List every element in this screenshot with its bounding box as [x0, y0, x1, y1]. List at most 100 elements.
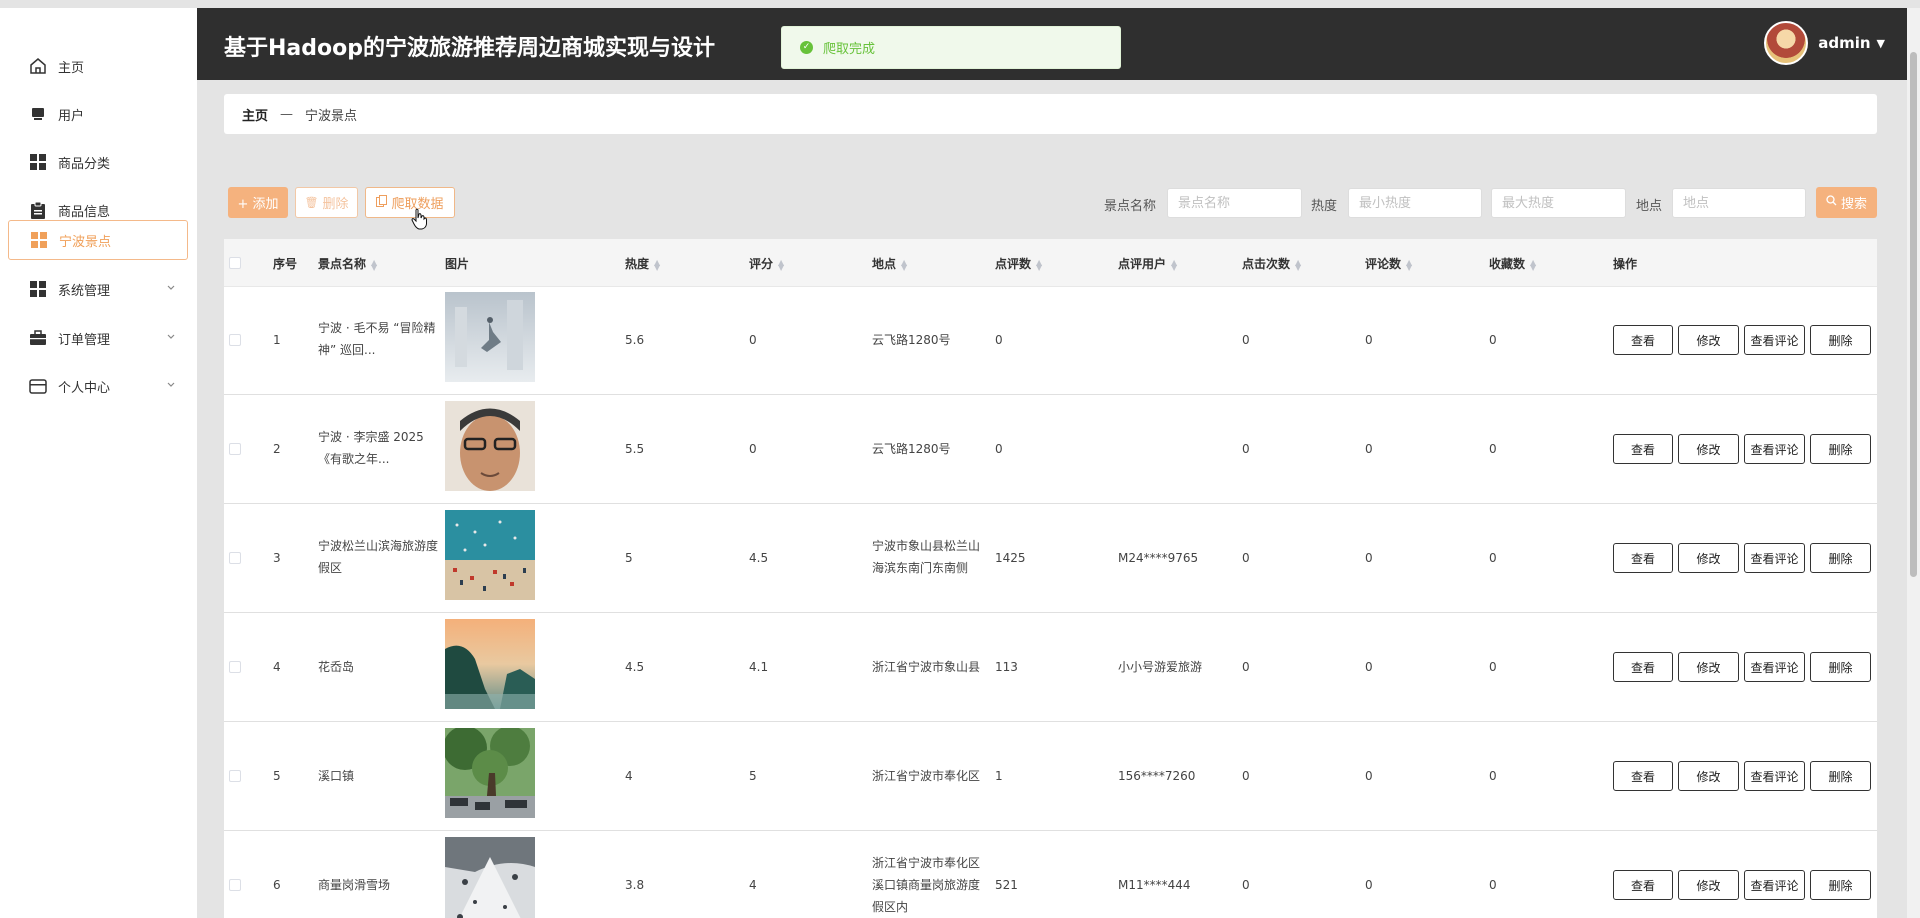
- row-name: 花岙岛: [318, 660, 355, 674]
- caret-down-icon: ▼: [1876, 36, 1885, 50]
- row-place: 云飞路1280号: [872, 442, 951, 456]
- sidebar-item-category[interactable]: 商品分类: [8, 142, 188, 182]
- sidebar-item-profile[interactable]: 个人中心: [8, 366, 188, 406]
- view-button[interactable]: 查看: [1613, 543, 1673, 573]
- row-checkbox[interactable]: [229, 770, 241, 782]
- row-heat: 3.8: [625, 878, 645, 892]
- add-button[interactable]: + 添加: [228, 187, 288, 218]
- col-reviews[interactable]: 点评数 ▲ ▼: [995, 255, 1042, 272]
- view-comments-button[interactable]: 查看评论: [1744, 870, 1805, 900]
- row-heat: 4.5: [625, 660, 645, 674]
- name-filter-input[interactable]: [1167, 188, 1302, 218]
- row-place: 宁波市象山县松兰山海滨东南门东南侧: [872, 539, 981, 575]
- sidebar-item-orders[interactable]: 订单管理: [8, 318, 188, 358]
- view-comments-button[interactable]: 查看评论: [1744, 434, 1805, 464]
- row-image[interactable]: [445, 619, 535, 709]
- col-place[interactable]: 地点 ▲ ▼: [872, 255, 907, 272]
- row-clicks: 0: [1242, 442, 1250, 456]
- briefcase-icon: [28, 329, 48, 347]
- copy-icon: [376, 194, 388, 211]
- col-reviewer[interactable]: 点评用户 ▲ ▼: [1118, 255, 1177, 272]
- row-reviews: 113: [995, 660, 1018, 674]
- row-favs: 0: [1489, 551, 1497, 565]
- row-index: 4: [273, 660, 281, 674]
- view-comments-button[interactable]: 查看评论: [1744, 543, 1805, 573]
- place-filter-input[interactable]: [1672, 188, 1806, 218]
- sidebar-item-label: 系统管理: [58, 283, 111, 299]
- edit-button[interactable]: 修改: [1678, 761, 1739, 791]
- view-comments-button[interactable]: 查看评论: [1744, 761, 1805, 791]
- search-button[interactable]: 搜索: [1816, 187, 1877, 218]
- place-filter-label: 地点: [1636, 199, 1663, 214]
- sidebar-item-label: 订单管理: [58, 332, 111, 348]
- edit-button[interactable]: 修改: [1678, 870, 1739, 900]
- row-image[interactable]: [445, 510, 535, 600]
- col-heat[interactable]: 热度 ▲ ▼: [625, 255, 660, 272]
- sidebar-item-home[interactable]: 主页: [8, 46, 188, 86]
- row-name: 宁波松兰山滨海旅游度假区: [318, 539, 439, 575]
- sidebar-item-system[interactable]: 系统管理: [8, 269, 188, 309]
- row-image[interactable]: [445, 401, 535, 491]
- row-favs: 0: [1489, 442, 1497, 456]
- home-icon: [28, 57, 48, 75]
- delete-row-button[interactable]: 删除: [1810, 543, 1871, 573]
- edit-button[interactable]: 修改: [1678, 434, 1739, 464]
- grid-icon: [28, 280, 48, 298]
- col-name[interactable]: 景点名称 ▲ ▼: [318, 255, 377, 272]
- heat-min-input[interactable]: [1348, 188, 1482, 218]
- row-reviewer: M11****444: [1118, 878, 1191, 892]
- row-comments: 0: [1365, 551, 1373, 565]
- delete-row-button[interactable]: 删除: [1810, 652, 1871, 682]
- row-checkbox[interactable]: [229, 552, 241, 564]
- row-checkbox[interactable]: [229, 443, 241, 455]
- grid-icon: [28, 153, 48, 171]
- user-menu[interactable]: admin ▼: [1764, 21, 1885, 65]
- row-checkbox[interactable]: [229, 661, 241, 673]
- top-bar: 基于Hadoop的宁波旅游推荐周边商城实现与设计 ✓ 爬取完成 admin ▼: [197, 8, 1907, 80]
- edit-button[interactable]: 修改: [1678, 543, 1739, 573]
- row-checkbox[interactable]: [229, 334, 241, 346]
- delete-row-button[interactable]: 删除: [1810, 761, 1871, 791]
- view-button[interactable]: 查看: [1613, 325, 1673, 355]
- row-image[interactable]: [445, 728, 535, 818]
- view-comments-button[interactable]: 查看评论: [1744, 325, 1805, 355]
- view-button[interactable]: 查看: [1613, 761, 1673, 791]
- view-button[interactable]: 查看: [1613, 870, 1673, 900]
- row-checkbox[interactable]: [229, 879, 241, 891]
- delete-row-button[interactable]: 删除: [1810, 434, 1871, 464]
- sort-icon: ▲ ▼: [901, 257, 908, 272]
- row-score: 4.1: [749, 660, 769, 674]
- col-comments[interactable]: 评论数 ▲ ▼: [1365, 255, 1412, 272]
- breadcrumb-home[interactable]: 主页: [242, 105, 268, 124]
- sidebar-item-ningbo-spots[interactable]: 宁波景点: [8, 220, 188, 260]
- heat-max-input[interactable]: [1491, 188, 1626, 218]
- delete-row-button[interactable]: 删除: [1810, 870, 1871, 900]
- edit-button[interactable]: 修改: [1678, 652, 1739, 682]
- delete-button[interactable]: 🗑 删除: [295, 187, 358, 218]
- row-image[interactable]: [445, 292, 535, 382]
- col-favs[interactable]: 收藏数 ▲ ▼: [1489, 255, 1536, 272]
- sort-icon: ▲ ▼: [371, 257, 378, 272]
- col-index: 序号: [273, 257, 298, 271]
- success-toast: ✓ 爬取完成: [781, 26, 1121, 69]
- col-score[interactable]: 评分 ▲ ▼: [749, 255, 784, 272]
- sidebar-item-users[interactable]: 用户: [8, 94, 188, 134]
- delete-row-button[interactable]: 删除: [1810, 325, 1871, 355]
- col-clicks[interactable]: 点击次数 ▲ ▼: [1242, 255, 1301, 272]
- select-all-checkbox[interactable]: [229, 257, 241, 269]
- view-button[interactable]: 查看: [1613, 434, 1673, 464]
- view-button[interactable]: 查看: [1613, 652, 1673, 682]
- crawl-data-button[interactable]: 爬取数据: [365, 187, 455, 218]
- spots-table: 序号 景点名称 ▲ ▼ 图片 热度 ▲ ▼ 评分 ▲ ▼ 地点 ▲ ▼ 点评数 ▲ ▼ 点评用户 ▲ ▼…: [224, 239, 1877, 918]
- row-name: 宁波 · 李宗盛 2025《有歌之年...: [318, 430, 424, 466]
- avatar[interactable]: [1764, 21, 1809, 65]
- table-header: 序号 景点名称 ▲ ▼ 图片 热度 ▲ ▼ 评分 ▲ ▼ 地点 ▲ ▼ 点评数 ▲ ▼ 点评用户 ▲ ▼…: [224, 239, 1877, 287]
- row-score: 4: [749, 878, 757, 892]
- row-comments: 0: [1365, 442, 1373, 456]
- edit-button[interactable]: 修改: [1678, 325, 1739, 355]
- row-image[interactable]: [445, 837, 535, 918]
- row-comments: 0: [1365, 660, 1373, 674]
- scrollbar-thumb[interactable]: [1910, 52, 1917, 577]
- view-comments-button[interactable]: 查看评论: [1744, 652, 1805, 682]
- heat-filter-label: 热度: [1311, 199, 1338, 214]
